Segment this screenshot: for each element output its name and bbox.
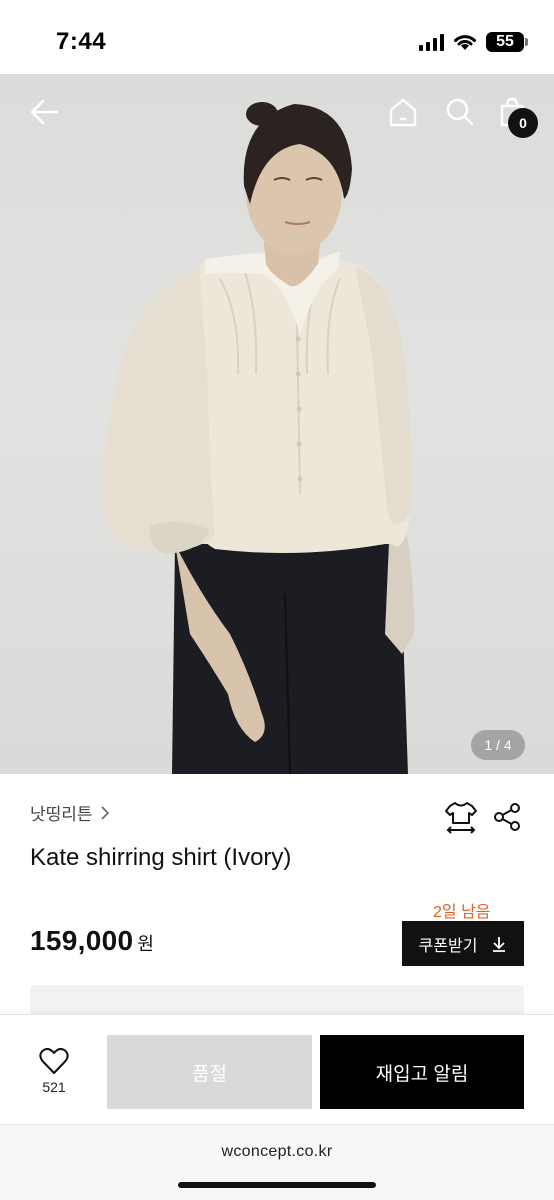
status-time: 7:44	[56, 28, 107, 55]
product-photo	[104, 102, 415, 774]
coupon-button-label: 쿠폰받기	[418, 937, 478, 955]
restock-alert-button[interactable]: 재입고 알림	[320, 1035, 524, 1109]
url-text[interactable]: wconcept.co.kr	[0, 1143, 554, 1161]
like-button[interactable]: 521	[28, 1047, 80, 1095]
battery-icon: 55	[486, 32, 528, 52]
coupon-days-left: 2일 남음	[433, 904, 491, 921]
status-bar: 7:44 55	[0, 0, 554, 74]
brand-name: 낫띵리튼	[30, 805, 93, 824]
cart-count-badge: 0	[508, 108, 538, 138]
image-counter: 1 / 4	[471, 730, 525, 760]
product-image-gallery[interactable]: 0 1 / 4	[0, 74, 554, 774]
search-icon[interactable]	[440, 92, 480, 132]
like-count: 521	[42, 1079, 66, 1095]
status-icons: 55	[419, 32, 528, 52]
browser-url-bar: wconcept.co.kr	[0, 1124, 554, 1200]
product-title: Kate shirring shirt (Ivory)	[30, 844, 292, 871]
cellular-signal-icon	[419, 33, 444, 51]
size-guide-icon[interactable]	[444, 800, 478, 834]
home-icon[interactable]	[383, 92, 423, 132]
back-arrow-icon[interactable]	[24, 92, 64, 132]
soldout-button[interactable]: 품절	[107, 1035, 312, 1109]
home-indicator[interactable]	[178, 1182, 376, 1188]
price-currency: 원	[137, 934, 154, 954]
share-icon[interactable]	[491, 802, 523, 832]
battery-level: 55	[496, 33, 514, 50]
price-row: 159,000 원	[30, 925, 154, 957]
heart-icon	[39, 1047, 69, 1074]
brand-link[interactable]: 낫띵리튼	[30, 800, 111, 825]
coupon-download-button[interactable]: 쿠폰받기	[402, 921, 524, 966]
chevron-right-icon	[100, 805, 109, 820]
product-price: 159,000	[30, 925, 134, 956]
wifi-icon	[454, 35, 476, 50]
download-icon	[493, 936, 506, 952]
bottom-action-bar: 521 품절 재입고 알림	[0, 1014, 554, 1124]
